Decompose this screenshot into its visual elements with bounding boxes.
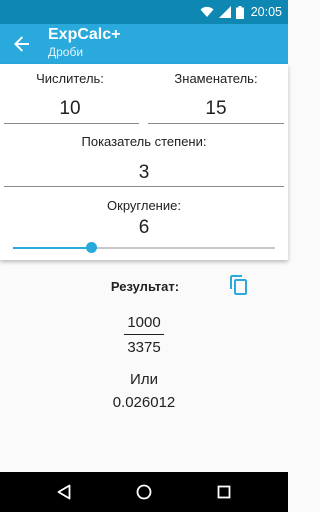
copy-button[interactable] (228, 274, 250, 296)
fraction-line (124, 334, 164, 335)
numerator-field[interactable]: 10 (8, 98, 132, 120)
status-bar: 20:05 (0, 0, 288, 24)
app-title: ExpCalc+ (48, 26, 121, 43)
nav-back-button[interactable] (52, 480, 76, 504)
exponent-field[interactable]: 3 (4, 162, 284, 184)
signal-icon (218, 6, 231, 18)
or-label: Или (130, 371, 158, 388)
numerator-underline (4, 123, 139, 124)
result-decimal: 0.026012 (112, 394, 176, 411)
app-subtitle: Дроби (48, 45, 84, 59)
navigation-bar (0, 472, 288, 512)
exponent-label: Показатель степени: (81, 134, 207, 149)
circle-home-icon (136, 484, 152, 500)
nav-recents-button[interactable] (212, 480, 236, 504)
battery-icon (235, 5, 244, 19)
result-numerator: 1000 (127, 314, 161, 331)
denominator-label: Знаменатель: (174, 71, 258, 86)
app-bar: ExpCalc+ Дроби (0, 24, 288, 64)
triangle-back-icon (57, 484, 71, 500)
copy-icon (230, 275, 247, 295)
numerator-label: Числитель: (36, 71, 104, 86)
result-denominator: 3375 (127, 339, 161, 356)
denominator-underline (148, 123, 284, 124)
back-button[interactable] (8, 30, 36, 58)
wifi-icon (200, 6, 214, 17)
rounding-value: 6 (138, 217, 150, 238)
square-recents-icon (217, 485, 231, 499)
arrow-back-icon (14, 36, 29, 52)
rounding-slider[interactable] (13, 247, 275, 249)
rounding-label: Округление: (107, 198, 181, 213)
denominator-field[interactable]: 15 (148, 98, 284, 120)
result-label: Результат: (110, 279, 180, 294)
status-time: 20:05 (250, 5, 282, 19)
status-icons: 20:05 (200, 0, 282, 24)
nav-home-button[interactable] (132, 480, 156, 504)
rounding-slider-fill (13, 247, 92, 249)
exponent-underline (4, 186, 284, 187)
